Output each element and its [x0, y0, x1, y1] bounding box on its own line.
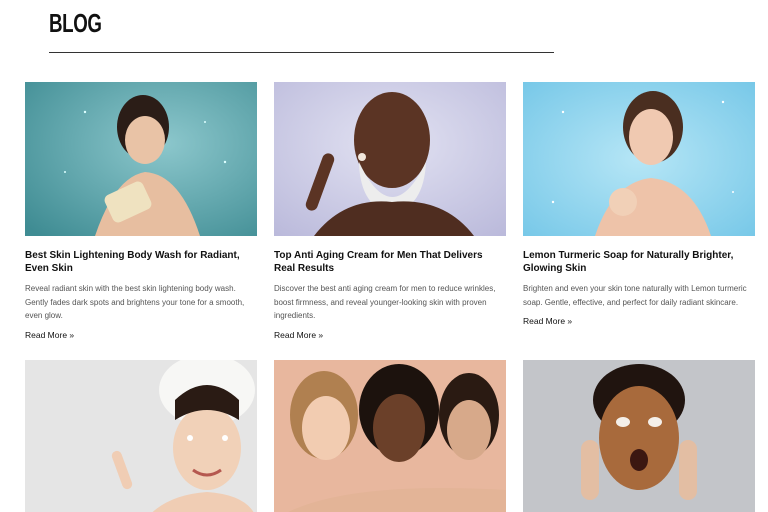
post-image-anti-aging [274, 82, 506, 236]
post-image-face-mask [523, 360, 755, 512]
post-title[interactable]: Lemon Turmeric Soap for Naturally Bright… [523, 249, 755, 275]
blog-card: Top Anti Aging Cream for Men That Delive… [274, 82, 506, 343]
post-thumbnail[interactable] [274, 360, 506, 512]
post-image-towel-cream [25, 360, 257, 512]
blog-card [25, 360, 257, 512]
read-more-link[interactable]: Read More » [25, 330, 74, 340]
blog-card [274, 360, 506, 512]
post-thumbnail[interactable] [25, 82, 257, 236]
post-thumbnail[interactable] [25, 360, 257, 512]
post-excerpt: Discover the best anti aging cream for m… [274, 284, 496, 320]
post-image-body-wash [25, 82, 257, 236]
title-divider [49, 52, 554, 53]
post-image-three-women [274, 360, 506, 512]
blog-card: Best Skin Lightening Body Wash for Radia… [25, 82, 257, 343]
post-image-turmeric-soap [523, 82, 755, 236]
read-more-link[interactable]: Read More » [523, 316, 572, 326]
post-excerpt: Brighten and even your skin tone natural… [523, 284, 747, 307]
post-thumbnail[interactable] [523, 360, 755, 512]
post-thumbnail[interactable] [523, 82, 755, 236]
blog-card [523, 360, 755, 512]
post-title[interactable]: Top Anti Aging Cream for Men That Delive… [274, 249, 506, 275]
post-title[interactable]: Best Skin Lightening Body Wash for Radia… [25, 249, 257, 275]
read-more-link[interactable]: Read More » [274, 330, 323, 340]
post-thumbnail[interactable] [274, 82, 506, 236]
post-excerpt: Reveal radiant skin with the best skin l… [25, 284, 245, 320]
page-title: BLOG [49, 8, 102, 38]
blog-card: Lemon Turmeric Soap for Naturally Bright… [523, 82, 755, 329]
